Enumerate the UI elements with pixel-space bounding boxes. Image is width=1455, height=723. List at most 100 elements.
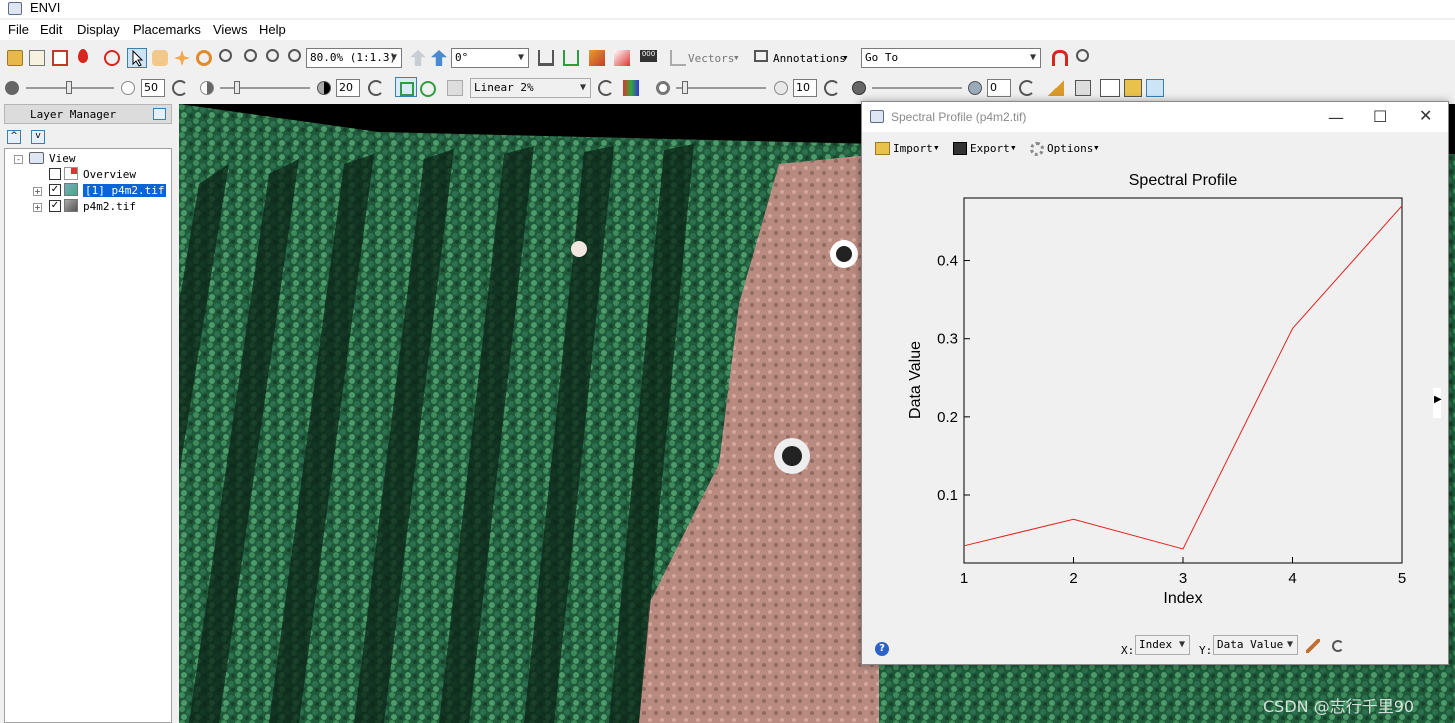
expand-node-icon[interactable]: + — [33, 203, 42, 212]
collapse-panel-icon[interactable] — [153, 108, 166, 120]
raster-layer-icon — [64, 183, 78, 196]
move-layer-up-icon[interactable]: ^ — [7, 130, 21, 144]
refresh-icon[interactable] — [1019, 80, 1035, 96]
x-tick-label: 2 — [1069, 570, 1077, 587]
menu-views[interactable]: Views — [213, 22, 247, 37]
expand-node-icon[interactable]: + — [33, 187, 42, 196]
minimize-icon[interactable]: — — [1328, 108, 1344, 127]
sharpen-value[interactable]: 10 — [793, 79, 817, 97]
dialog-title: Spectral Profile (p4m2.tif) — [891, 110, 1027, 124]
side-panel-toggle[interactable]: ▶ — [1433, 388, 1442, 418]
zoom-icon[interactable] — [219, 49, 232, 62]
x-tick-label: 5 — [1398, 570, 1406, 587]
brightness-slider-handle[interactable] — [66, 81, 72, 94]
main-toolbar: 80.0% (1:1.3) ▼ 0° ▼ 000 Vectors ▾ Annotat… — [0, 44, 1455, 72]
contrast-slider-handle[interactable] — [234, 81, 240, 94]
brightness-value[interactable]: 50 — [141, 79, 165, 97]
tree-item-overview[interactable]: Overview — [83, 168, 136, 181]
y-axis-select[interactable]: Data Value ▼ — [1213, 635, 1298, 655]
transparency-slider-track[interactable] — [872, 87, 962, 89]
folder-icon — [875, 142, 890, 155]
link-views-icon[interactable] — [1124, 79, 1142, 97]
stretch-view-icon[interactable] — [395, 77, 417, 97]
layer-1-checkbox[interactable]: ✓ — [49, 184, 61, 196]
x-axis-select[interactable]: Index ▼ — [1135, 635, 1190, 655]
stretch-type-value: Linear 2% — [474, 81, 534, 94]
zoom-level-select[interactable]: 80.0% (1:1.3) ▼ — [306, 48, 402, 68]
roi-icon[interactable] — [614, 50, 630, 66]
brightness-low-icon — [5, 81, 19, 95]
data-manager-icon[interactable] — [29, 50, 45, 66]
refresh-icon[interactable] — [368, 80, 384, 96]
measure-icon[interactable] — [1048, 80, 1064, 96]
pan-hand-icon[interactable] — [152, 50, 168, 66]
maximize-icon[interactable]: ☐ — [1373, 107, 1387, 126]
zoom-fit-icon[interactable] — [288, 49, 301, 62]
pixel-locator-icon[interactable]: 000 — [640, 50, 657, 62]
color-table-icon[interactable] — [623, 80, 639, 96]
vectors-icon[interactable] — [670, 50, 686, 66]
tree-item-layer-2[interactable]: p4m2.tif — [83, 200, 136, 213]
move-layer-down-icon[interactable]: v — [31, 130, 45, 144]
stretch-settings-icon[interactable] — [447, 80, 463, 96]
refresh-icon[interactable] — [1332, 640, 1344, 652]
rotate-view-icon[interactable] — [431, 50, 447, 66]
plot-style-icon[interactable] — [1306, 639, 1320, 653]
refresh-icon[interactable] — [598, 80, 614, 96]
close-icon[interactable]: ✕ — [1419, 106, 1432, 125]
open-folder-icon[interactable] — [7, 50, 23, 66]
y-tick-label: 0.4 — [937, 253, 958, 270]
transparency-value[interactable]: 0 — [987, 79, 1011, 97]
tree-item-layer-1[interactable]: [1] p4m2.tif — [83, 184, 167, 197]
north-up-icon[interactable] — [410, 50, 426, 66]
import-menu[interactable]: Import — [893, 142, 933, 155]
flicker-icon[interactable] — [563, 50, 579, 66]
sharpen-slider-track[interactable] — [676, 87, 766, 89]
menu-placemarks[interactable]: Placemarks — [133, 22, 201, 37]
rotation-select[interactable]: 0° ▼ — [451, 48, 529, 68]
collapse-node-icon[interactable]: - — [14, 155, 23, 164]
annotation-text-icon[interactable] — [1052, 50, 1068, 66]
menu-display[interactable]: Display — [77, 22, 120, 37]
vectors-menu[interactable]: Vectors — [688, 52, 734, 65]
refresh-icon[interactable] — [172, 80, 188, 96]
overview-icon — [64, 167, 78, 180]
select-pointer-icon[interactable] — [127, 48, 147, 68]
stretch-type-select[interactable]: Linear 2% ▼ — [470, 78, 591, 98]
save-icon — [953, 142, 967, 155]
contrast-value[interactable]: 20 — [336, 79, 360, 97]
export-menu[interactable]: Export — [970, 142, 1010, 155]
sharpen-slider-handle[interactable] — [682, 81, 688, 94]
portal-icon[interactable] — [1075, 80, 1091, 96]
x-axis-label: Index — [1163, 590, 1202, 607]
annotations-menu[interactable]: Annotations — [773, 52, 846, 65]
rotate-icon[interactable] — [196, 50, 212, 66]
menu-edit[interactable]: Edit — [40, 22, 62, 37]
fly-icon[interactable] — [174, 50, 190, 66]
zoom-in-icon[interactable] — [244, 49, 257, 62]
goto-input[interactable]: Go To ▼ — [861, 48, 1041, 68]
options-menu[interactable]: Options — [1047, 142, 1093, 155]
refresh-icon[interactable] — [824, 80, 840, 96]
placemark-pin-icon[interactable] — [78, 49, 88, 63]
zoom-out-icon[interactable] — [266, 49, 279, 62]
tree-item-view[interactable]: View — [49, 152, 76, 165]
layer-2-checkbox[interactable]: ✓ — [49, 200, 61, 212]
view-tiles-icon[interactable] — [1146, 79, 1164, 97]
overview-checkbox[interactable] — [49, 168, 61, 180]
stretch-data-icon[interactable] — [420, 81, 436, 97]
swipe-icon[interactable] — [589, 50, 605, 66]
menu-file[interactable]: File — [8, 22, 29, 37]
annotations-icon[interactable] — [754, 50, 768, 62]
help-icon[interactable]: ? — [875, 642, 889, 656]
menu-help[interactable]: Help — [259, 22, 286, 37]
crosshair-icon[interactable] — [104, 50, 120, 66]
spectral-profile-chart[interactable]: Spectral Profile 1 2 3 4 5 0.1 0.2 0.3 0.4 Inde… — [862, 158, 1448, 664]
crop-icon[interactable] — [52, 50, 68, 66]
enhancement-toolbar: 50 20 Linear 2% ▼ 10 0 — [0, 75, 1455, 101]
blend-icon[interactable] — [538, 50, 554, 66]
view-layout-icon[interactable] — [1100, 79, 1120, 97]
brightness-high-icon — [121, 81, 135, 95]
x-axis-select-value: Index — [1139, 638, 1173, 651]
search-icon[interactable] — [1076, 49, 1089, 62]
